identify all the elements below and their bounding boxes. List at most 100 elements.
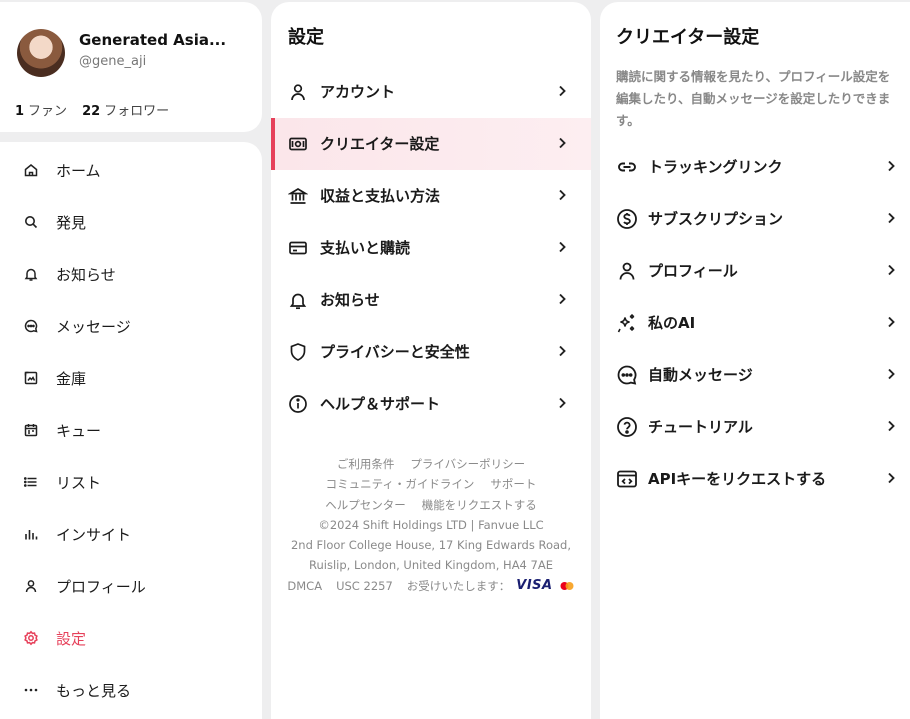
followers-label[interactable]: フォロワー	[104, 100, 169, 119]
privacy-policy-link[interactable]: プライバシーポリシー	[410, 454, 525, 474]
nav-label: ホーム	[56, 161, 101, 180]
nav-item-discover[interactable]: 発見	[0, 200, 262, 244]
user-icon	[619, 262, 635, 280]
creator-item-auto-messages[interactable]: 自動メッセージ	[600, 348, 910, 400]
nav-item-queue[interactable]: キュー	[0, 408, 262, 452]
address-line-2: Ruislip, London, United Kingdom, HA4 7AE	[309, 558, 553, 573]
nav-item-settings[interactable]: 設定	[0, 616, 262, 660]
profile-card: Generated Asia... @gene_aji 1 ファン 22 フォロ…	[0, 2, 262, 132]
nav-item-messages[interactable]: メッセージ	[0, 304, 262, 348]
settings-item-label: お知らせ	[320, 291, 380, 309]
chevron-right-icon	[559, 189, 566, 201]
nav-item-home[interactable]: ホーム	[0, 148, 262, 192]
nav-item-lists[interactable]: リスト	[0, 460, 262, 504]
search-icon	[25, 216, 38, 229]
visa-logo: VISA	[516, 577, 553, 593]
creator-item-subscriptions[interactable]: サブスクリプション	[600, 192, 910, 244]
chevron-right-icon	[559, 293, 566, 305]
creator-item-label: 自動メッセージ	[648, 366, 753, 384]
settings-item-help[interactable]: ヘルプ＆サポート	[271, 378, 591, 430]
settings-item-privacy[interactable]: プライバシーと安全性	[271, 326, 591, 378]
bell-icon	[24, 268, 38, 281]
dmca-link[interactable]: DMCA	[287, 576, 322, 596]
avatar[interactable]	[17, 29, 65, 77]
nav-item-profile[interactable]: プロフィール	[0, 564, 262, 608]
nav-item-insights[interactable]: インサイト	[0, 512, 262, 556]
chevron-right-icon	[888, 316, 895, 328]
more-icon	[24, 688, 38, 692]
chevron-right-icon	[888, 472, 895, 484]
nav-item-more[interactable]: もっと見る	[0, 668, 262, 712]
nav-item-notifications[interactable]: お知らせ	[0, 252, 262, 296]
terms-link[interactable]: ご利用条件	[337, 454, 395, 474]
settings-item-label: アカウント	[320, 83, 396, 101]
bell-icon	[289, 293, 307, 310]
creator-settings-title: クリエイター設定	[616, 27, 760, 48]
nav-label: 設定	[56, 629, 87, 648]
creator-item-tracking-links[interactable]: トラッキングリンク	[600, 140, 910, 192]
nav-item-vault[interactable]: 金庫	[0, 356, 262, 400]
nav-label: インサイト	[56, 525, 132, 544]
support-link[interactable]: サポート	[490, 474, 536, 494]
settings-item-label: 収益と支払い方法	[320, 187, 441, 205]
calendar-icon	[24, 424, 38, 437]
nav-label: 金庫	[56, 369, 87, 388]
vault-icon	[24, 371, 38, 385]
bank-icon	[288, 188, 308, 204]
user-icon	[291, 84, 305, 101]
mastercard-logo-icon	[560, 581, 574, 590]
settings-item-payments[interactable]: 支払いと購読	[271, 222, 591, 274]
chevron-right-icon	[888, 212, 895, 224]
chevron-right-icon	[559, 241, 566, 253]
creator-item-label: チュートリアル	[648, 418, 753, 436]
main-nav: ホーム 発見 お知らせ メッセージ 金庫 キュー リスト インサイト プロフィー…	[0, 142, 262, 719]
usc-2257-link[interactable]: USC 2257	[336, 576, 393, 596]
settings-panel: 設定 アカウント クリエイター設定 収益と支払い方法 支払いと購読 お知らせ プ…	[271, 2, 591, 719]
chevron-right-icon	[888, 420, 895, 432]
settings-item-label: ヘルプ＆サポート	[320, 395, 441, 413]
creator-item-profile[interactable]: プロフィール	[600, 244, 910, 296]
credit-card-icon	[289, 241, 307, 255]
settings-item-notifications[interactable]: お知らせ	[271, 274, 591, 326]
nav-label: プロフィール	[56, 577, 146, 596]
nav-label: キュー	[56, 421, 102, 440]
nav-label: リスト	[56, 473, 102, 492]
code-window-icon	[617, 470, 637, 488]
settings-icon	[24, 630, 38, 646]
link-icon	[618, 162, 636, 172]
fans-label[interactable]: ファン	[28, 100, 67, 119]
nav-label: 発見	[56, 213, 87, 232]
dollar-icon	[617, 209, 637, 229]
profile-handle: @gene_aji	[79, 54, 147, 69]
community-guidelines-link[interactable]: コミュニティ・ガイドライン	[326, 474, 475, 494]
nav-label: メッセージ	[56, 317, 131, 336]
help-center-link[interactable]: ヘルプセンター	[325, 495, 406, 515]
chevron-right-icon	[559, 345, 566, 357]
question-icon	[617, 417, 637, 437]
creator-item-my-ai[interactable]: 私のAI	[600, 296, 910, 348]
creator-item-label: 私のAI	[648, 314, 696, 332]
feature-request-link[interactable]: 機能をリクエストする	[422, 495, 537, 515]
copyright-text: ©2024 Shift Holdings LTD | Fanvue LLC	[318, 517, 544, 532]
chevron-right-icon	[888, 264, 895, 276]
home-icon	[24, 164, 38, 177]
creator-item-label: トラッキングリンク	[648, 158, 783, 176]
profile-stats: 1 ファン 22 フォロワー	[15, 100, 169, 119]
fans-count[interactable]: 1	[15, 104, 24, 119]
settings-item-creator-settings[interactable]: クリエイター設定	[271, 118, 591, 170]
settings-item-earnings[interactable]: 収益と支払い方法	[271, 170, 591, 222]
settings-item-label: プライバシーと安全性	[320, 343, 470, 361]
creator-item-api-key[interactable]: APIキーをリクエストする	[600, 452, 910, 504]
money-card-icon	[289, 137, 307, 151]
address-line-1: 2nd Floor College House, 17 King Edwards…	[290, 538, 571, 553]
settings-item-account[interactable]: アカウント	[271, 66, 591, 118]
creator-item-label: APIキーをリクエストする	[648, 470, 827, 488]
list-icon	[23, 477, 37, 487]
profile-display-name[interactable]: Generated Asia...	[79, 31, 229, 49]
chevron-right-icon	[559, 397, 566, 409]
creator-item-tutorial[interactable]: チュートリアル	[600, 400, 910, 452]
chat-icon	[617, 365, 637, 385]
followers-count[interactable]: 22	[82, 104, 100, 119]
info-icon	[289, 395, 307, 413]
shield-icon	[290, 343, 306, 361]
